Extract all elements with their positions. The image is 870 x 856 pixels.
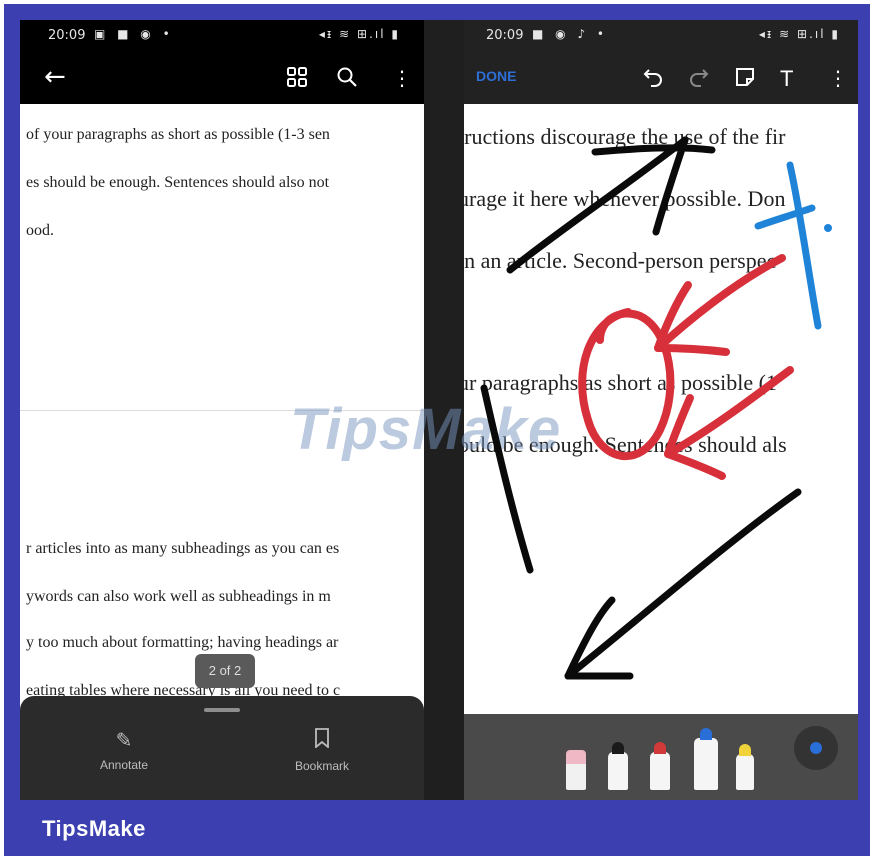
status-system-icons: ◂ᵻ ≋ ⊞.ıl ▮ [318,27,400,41]
doc-line: es should be enough. Sentences should al… [26,174,330,191]
black-pen-tip [612,742,624,754]
eraser-tool[interactable] [566,750,586,790]
color-picker-button[interactable] [794,726,838,770]
page-indicator: 2 of 2 [195,654,255,688]
footer-brand: TipsMake [42,816,146,841]
sheet-drag-handle[interactable] [204,708,240,712]
sticky-note-icon[interactable] [734,66,756,93]
annotate-label: Annotate [99,758,149,772]
doc-line: ood. [26,222,54,239]
done-button[interactable]: DONE [476,68,516,84]
screenshot-frame: 20:09 ▣ ■ ◉ • ◂ᵻ ≋ ⊞.ıl ▮ ← ⋮ of your pa… [0,0,870,856]
frame-border-left [4,4,20,804]
bookmark-icon [272,728,372,753]
doc-line: ur paragraphs as short as possible (1 [464,370,777,395]
bookmark-button[interactable]: Bookmark [272,728,372,773]
blue-pen-tip [700,728,712,740]
grid-icon[interactable] [286,66,308,93]
footer-bar: TipsMake [4,800,870,856]
annotation-app-bar: DONE T ⋮ [464,52,858,104]
reader-app-bar: ← ⋮ [20,52,424,104]
doc-line: urage it here whenever possible. Don [464,186,786,211]
doc-line: r articles into as many subheadings as y… [26,540,340,557]
more-vertical-icon[interactable]: ⋮ [392,66,412,90]
more-vertical-icon[interactable]: ⋮ [828,66,848,90]
black-pen-tool[interactable] [608,742,628,790]
status-bar: 20:09 ▣ ■ ◉ • ◂ᵻ ≋ ⊞.ıl ▮ [20,20,424,52]
red-pen-tip [654,742,666,754]
doc-line: ywords can also work well as subheadings… [26,588,331,605]
selected-color-dot [810,742,822,754]
pencil-icon: ✎ [115,728,133,752]
text-tool-icon[interactable]: T [780,66,793,92]
status-time: 20:09 [48,28,86,43]
status-bar: 20:09 ■ ◉ ♪ • ◂ᵻ ≋ ⊞.ıl ▮ [464,20,858,52]
doc-line: tructions discourage the use of the fir [464,124,786,149]
back-arrow-icon[interactable]: ← [44,62,66,92]
doc-line: in an article. Second-person perspec [464,248,777,273]
yellow-highlighter-tip [739,744,751,756]
doc-line: y too much about formatting; having head… [26,634,339,651]
watermark-logo: TipsMake [290,397,562,462]
search-icon[interactable] [336,66,358,93]
blue-pen-tool[interactable] [694,728,718,790]
yellow-highlighter-tool[interactable] [736,744,754,790]
bottom-sheet: ✎ Annotate Bookmark [20,696,424,800]
frame-border-top [4,4,870,20]
red-pen-tool[interactable] [650,742,670,790]
doc-line: of your paragraphs as short as possible … [26,126,330,143]
status-system-icons: ◂ᵻ ≋ ⊞.ıl ▮ [758,27,840,41]
eraser-tip [566,750,586,764]
redo-icon[interactable] [688,66,710,93]
status-time: 20:09 [486,28,524,43]
frame-border-right [858,4,870,804]
annotate-button[interactable]: ✎ Annotate [74,728,174,772]
status-notification-icons: ▣ ■ ◉ • [94,27,174,41]
pen-toolbar [464,714,858,800]
undo-icon[interactable] [642,66,664,93]
status-notification-icons: ■ ◉ ♪ • [532,27,608,41]
bookmark-label: Bookmark [294,759,350,773]
